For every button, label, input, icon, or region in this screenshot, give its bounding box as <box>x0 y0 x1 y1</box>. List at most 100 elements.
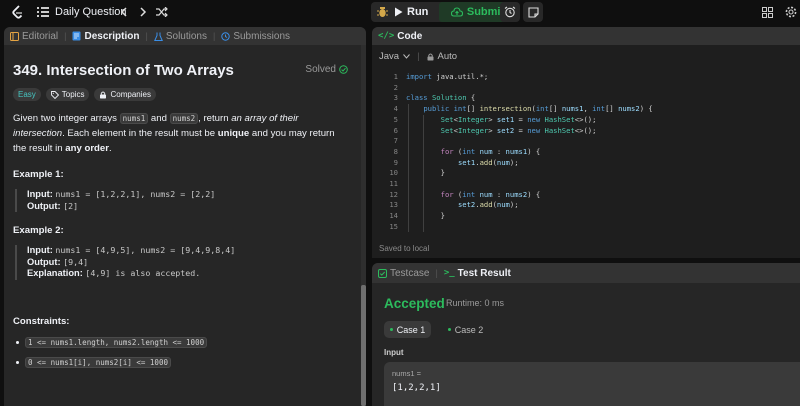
language-select[interactable]: Java <box>379 51 399 62</box>
tag-icon <box>50 90 59 99</box>
desc-text: Given two integer arrays <box>13 113 120 124</box>
solved-label: Solved <box>305 64 336 75</box>
tab-divider: | <box>435 268 438 278</box>
input-box <box>384 362 800 406</box>
example-value: [4,9] <box>85 268 111 278</box>
example-block: Input: nums1 = [1,2,2,1], nums2 = [2,2] … <box>15 189 215 212</box>
code-line: class Solution { <box>406 93 476 103</box>
alarm-clock-icon[interactable] <box>500 2 520 22</box>
play-icon <box>395 7 403 17</box>
example-label: Input: <box>27 189 53 199</box>
tab-test-result[interactable]: >_ Test Result <box>444 268 511 279</box>
code-line: import java.util.*; <box>406 72 489 81</box>
code-line: for (int num : nums1) { <box>440 146 541 156</box>
next-problem-icon[interactable] <box>137 0 149 24</box>
line-number: 5 <box>393 114 398 124</box>
problem-list-icon[interactable] <box>36 0 50 24</box>
line-number: 12 <box>389 189 398 199</box>
debug-icon[interactable] <box>373 2 391 22</box>
terminal-icon: >_ <box>443 268 455 278</box>
input-heading: Input <box>384 348 404 357</box>
tab-submissions[interactable]: Submissions <box>221 31 290 42</box>
run-button[interactable]: Run <box>394 2 436 22</box>
line-number: 3 <box>393 93 398 103</box>
code-line: Set<Integer> set2 = new HashSet<>(); <box>440 125 597 135</box>
example-value: [2] <box>63 200 79 211</box>
runtime: Runtime: 0 ms <box>446 298 505 308</box>
code-line: Set<Integer> set1 = new HashSet<>(); <box>440 114 597 124</box>
save-status: Saved to local <box>379 244 430 253</box>
verdict: Accepted <box>384 296 445 311</box>
autosave-toggle[interactable]: Auto <box>438 51 458 62</box>
example-block: Input: nums1 = [4,9,5], nums2 = [9,4,9,8… <box>15 245 235 280</box>
tab-divider: | <box>145 31 148 41</box>
code-line: } <box>406 211 445 221</box>
check-circle-icon <box>339 65 348 74</box>
constraint-code: 1 <= nums1.length, nums2.length <= 1000 <box>25 337 208 348</box>
example-value: nums1 = [1,2,2,1], nums2 = [2,2] <box>55 189 216 199</box>
prev-problem-icon[interactable] <box>117 0 129 24</box>
code-line: set1.add(num); <box>457 157 519 167</box>
chevron-down-icon[interactable] <box>403 54 410 59</box>
document-icon <box>72 31 81 41</box>
line-number: 9 <box>393 157 398 167</box>
desc-text: . <box>109 143 112 154</box>
lock-icon <box>100 91 107 98</box>
constraints-heading: Constraints: <box>13 316 70 327</box>
line-number: 14 <box>389 211 398 221</box>
tab-solutions[interactable]: Solutions <box>153 30 207 42</box>
code-line: public int[] intersection(int[] nums1, i… <box>423 104 653 114</box>
case-label: Case 2 <box>454 324 484 335</box>
tab-editorial[interactable]: Editorial <box>10 31 58 42</box>
desc-text: , return <box>198 113 232 124</box>
book-icon <box>10 31 19 41</box>
companies-button[interactable]: Companies <box>94 88 156 101</box>
desc-text: . Each element in the result must be <box>62 128 218 139</box>
example-label: Explanation: <box>27 268 83 278</box>
line-number: 6 <box>393 125 398 135</box>
tab-divider: | <box>64 31 67 41</box>
bullet <box>16 341 19 344</box>
code-panel-header: </> Code <box>372 27 800 45</box>
case-1-tab[interactable]: Case 1 <box>384 321 431 338</box>
line-number: 15 <box>389 221 398 231</box>
run-label: Run <box>407 6 429 18</box>
layout-grid-icon[interactable] <box>760 0 774 24</box>
tab-divider: | <box>212 31 216 41</box>
checkbox-icon <box>378 268 387 278</box>
notes-icon[interactable] <box>523 2 543 22</box>
difficulty-badge[interactable]: Easy <box>13 88 41 101</box>
tab-testcase[interactable]: Testcase <box>378 268 429 279</box>
line-number: 8 <box>393 146 398 156</box>
shuffle-icon[interactable] <box>155 0 169 24</box>
companies-label: Companies <box>110 90 151 99</box>
param-value: [1,2,2,1] <box>392 383 441 393</box>
code-brackets-icon: </> <box>378 31 395 41</box>
page-title[interactable]: Daily Question <box>55 0 127 24</box>
line-number: 11 <box>389 179 398 188</box>
tab-label: Solutions <box>165 30 207 42</box>
pass-dot <box>389 328 393 331</box>
topics-button[interactable]: Topics <box>45 88 90 101</box>
tab-description[interactable]: Description <box>72 31 140 42</box>
code-line: for (int num : nums2) { <box>440 189 541 199</box>
line-number: 7 <box>393 136 398 146</box>
history-icon <box>221 31 231 41</box>
leetcode-logo-icon[interactable] <box>8 0 26 24</box>
problem-title[interactable]: 349. Intersection of Two Arrays <box>13 62 234 79</box>
tab-label: Editorial <box>22 30 59 42</box>
example-heading: Example 2: <box>13 225 64 236</box>
constraint-item: 0 <= nums1[i], nums2[i] <= 1000 <box>16 357 171 368</box>
description-panel: Editorial | Description | Solutions | Su… <box>4 27 366 406</box>
tab-label: Test Result <box>457 267 511 279</box>
code-editor-panel: </> Code Java | Auto 1 2 3 4 5 6 7 8 9 1… <box>372 27 800 258</box>
case-2-tab[interactable]: Case 2 <box>442 321 489 338</box>
code-panel-title: Code <box>397 30 423 42</box>
settings-gear-icon[interactable] <box>784 0 798 24</box>
submit-label: Submit <box>466 6 505 18</box>
top-bar: Daily Question Run Submit <box>0 0 800 24</box>
param-name: nums1 = <box>392 369 421 378</box>
result-tab-bar: Testcase | >_ Test Result <box>372 263 800 283</box>
line-number: 2 <box>393 82 398 92</box>
flask-icon <box>153 32 163 41</box>
